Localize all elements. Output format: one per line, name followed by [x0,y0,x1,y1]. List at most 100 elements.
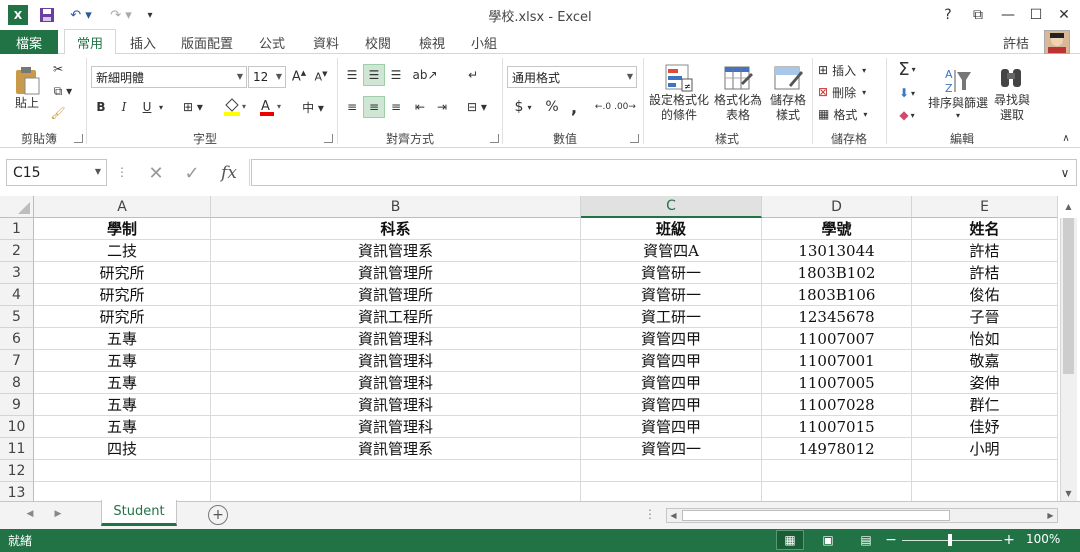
table-cell[interactable]: 資管四甲 [581,416,762,438]
table-cell[interactable]: 四技 [34,438,211,460]
paste-button[interactable]: 貼上 [10,60,44,116]
font-size-combo[interactable]: 12 ▼ [248,66,286,88]
header-cell[interactable]: 科系 [211,218,581,240]
close-button[interactable]: ✕ [1050,4,1078,26]
header-cell[interactable]: 班級 [581,218,762,240]
scroll-down-button[interactable]: ▼ [1061,486,1076,500]
table-cell[interactable]: 資管四甲 [581,328,762,350]
scroll-right-button[interactable]: ▶ [1044,509,1057,522]
tab-home[interactable]: 常用 [64,29,116,55]
table-cell[interactable]: 14978012 [762,438,912,460]
zoom-slider-thumb[interactable] [948,534,952,546]
table-cell[interactable]: 小明 [912,438,1058,460]
underline-dropdown[interactable]: ▾ [156,96,166,118]
ribbon-display-button[interactable]: ⧉ [964,4,992,26]
expand-formula-bar-button[interactable]: ∨ [1056,165,1074,181]
table-cell[interactable]: 姿伸 [912,372,1058,394]
sheet-tab-student[interactable]: Student [101,500,177,526]
row-header[interactable]: 2 [0,240,34,262]
font-launcher-icon[interactable] [324,134,333,143]
table-cell[interactable]: 資訊工程所 [211,306,581,328]
table-cell[interactable]: 許桔 [912,240,1058,262]
row-header[interactable]: 6 [0,328,34,350]
delete-cells-button[interactable]: ⊠ 刪除 ▾ [818,82,882,102]
table-cell[interactable]: 資訊管理科 [211,394,581,416]
table-cell[interactable]: 11007001 [762,350,912,372]
align-center-button[interactable]: ≡ [363,96,385,118]
table-cell[interactable]: 1803B106 [762,284,912,306]
scroll-up-button[interactable]: ▲ [1061,198,1076,214]
row-header[interactable]: 10 [0,416,34,438]
column-header-e[interactable]: E [912,196,1058,218]
merge-center-button[interactable]: ⊟ ▾ [462,96,492,118]
header-cell[interactable]: 學制 [34,218,211,240]
redo-button[interactable]: ↷ ▾ [106,5,136,25]
find-select-button[interactable]: 尋找與 選取 [992,58,1032,128]
row-header[interactable]: 5 [0,306,34,328]
table-cell[interactable]: 資訊管理所 [211,262,581,284]
table-cell[interactable]: 資訊管理科 [211,328,581,350]
select-all-button[interactable] [0,196,34,218]
fill-color-button[interactable]: ▾ [220,96,250,118]
sort-filter-button[interactable]: AZ 排序與篩選 ▾ [926,58,990,128]
table-cell[interactable]: 11007028 [762,394,912,416]
tab-review[interactable]: 校閱 [356,30,400,54]
bottom-align-button[interactable]: ☰ [386,64,406,86]
italic-button[interactable]: I [116,96,132,118]
table-cell[interactable]: 資管四A [581,240,762,262]
format-painter-button[interactable]: 🖌 [46,104,70,122]
row-header[interactable]: 1 [0,218,34,240]
increase-indent-button[interactable]: ⇥ [432,96,452,118]
table-cell[interactable]: 資管研一 [581,262,762,284]
normal-view-button[interactable]: ▦ [776,530,804,550]
avatar[interactable] [1044,30,1070,54]
increase-decimal-button[interactable]: ←.0 [594,96,612,118]
table-cell[interactable]: 資管四一 [581,438,762,460]
table-cell[interactable]: 研究所 [34,262,211,284]
table-cell[interactable]: 佳妤 [912,416,1058,438]
tab-file[interactable]: 檔案 [0,30,58,54]
row-header[interactable]: 3 [0,262,34,284]
table-cell[interactable]: 資訊管理科 [211,350,581,372]
clipboard-launcher-icon[interactable] [74,134,83,143]
insert-cells-button[interactable]: ⊞ 插入 ▾ [818,60,882,80]
column-header-d[interactable]: D [762,196,912,218]
row-header[interactable]: 12 [0,460,34,482]
insert-function-button[interactable]: fx [214,162,244,184]
table-cell[interactable]: 敬嘉 [912,350,1058,372]
grow-font-button[interactable]: A▲ [291,66,307,88]
table-cell[interactable]: 五專 [34,328,211,350]
name-box[interactable]: C15 ▼ [6,159,107,186]
help-button[interactable]: ? [934,4,962,26]
table-cell[interactable]: 12345678 [762,306,912,328]
shrink-font-button[interactable]: A▼ [313,66,329,88]
header-cell[interactable]: 姓名 [912,218,1058,240]
new-sheet-button[interactable]: + [208,505,228,525]
clear-button[interactable]: ◆ ▾ [892,104,922,126]
table-cell[interactable]: 11007015 [762,416,912,438]
table-cell[interactable]: 資管四甲 [581,394,762,416]
table-cell[interactable]: 二技 [34,240,211,262]
top-align-button[interactable]: ☰ [342,64,362,86]
row-header[interactable]: 7 [0,350,34,372]
table-cell[interactable] [211,460,581,482]
percent-button[interactable]: % [542,96,562,118]
scroll-left-button[interactable]: ◀ [667,509,680,522]
table-cell[interactable] [581,460,762,482]
save-button[interactable] [36,5,58,25]
table-cell[interactable]: 11007007 [762,328,912,350]
bold-button[interactable]: B [93,96,109,118]
page-break-view-button[interactable]: ▤ [852,530,880,550]
table-cell[interactable]: 資訊管理系 [211,438,581,460]
row-header[interactable]: 4 [0,284,34,306]
underline-button[interactable]: U [139,96,155,118]
middle-align-button[interactable]: ☰ [363,64,385,86]
cell-styles-button[interactable]: 儲存格 樣式 [766,58,810,128]
conditional-formatting-button[interactable]: ≠ 設定格式化 的條件 [648,58,710,128]
tab-split-handle[interactable]: ⋮ [644,506,656,522]
table-cell[interactable]: 13013044 [762,240,912,262]
collapse-ribbon-button[interactable]: ∧ [1058,132,1074,144]
phonetic-button[interactable]: 中 ▾ [298,96,328,118]
formula-input[interactable] [251,159,1077,186]
user-name[interactable]: 許桔 [996,30,1036,54]
